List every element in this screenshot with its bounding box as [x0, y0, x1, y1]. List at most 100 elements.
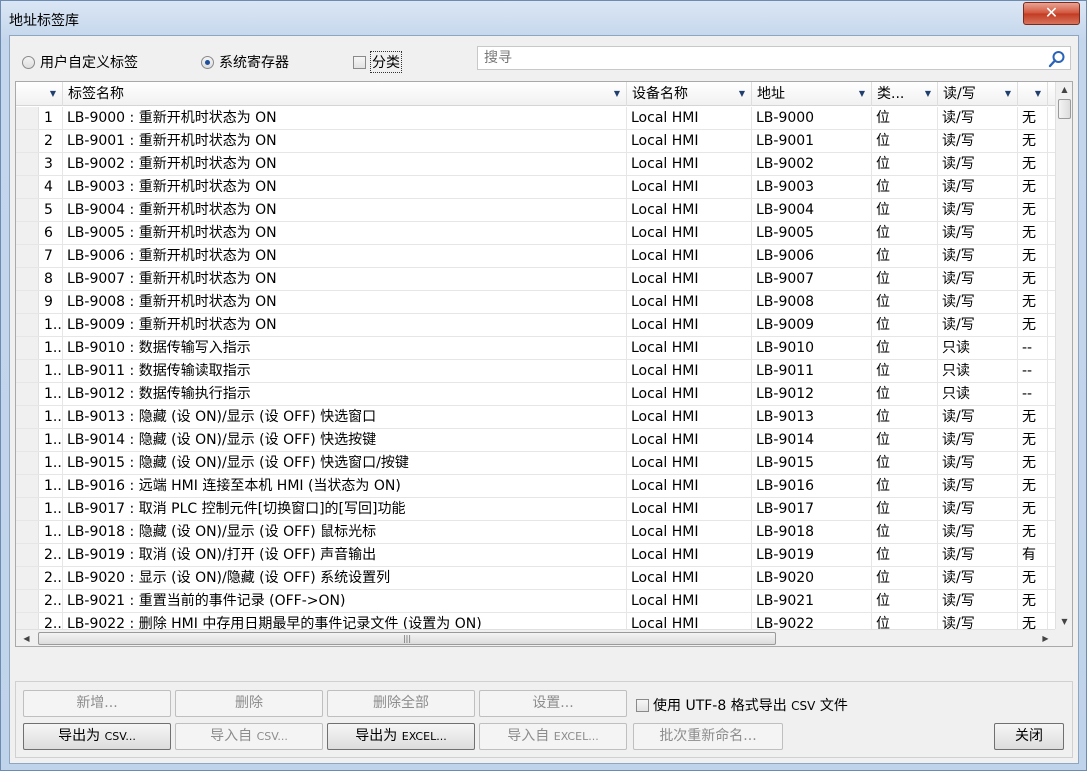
cell-type: 位 [872, 314, 938, 336]
scroll-right-icon[interactable]: ▶ [1037, 630, 1054, 646]
table-row[interactable]: 1 LB-9000 : 重新开机时状态为 ON Local HMI LB-9000 位读… [16, 107, 1056, 130]
window-close-button[interactable]: ✕ [1023, 2, 1080, 25]
table-row[interactable]: 1.. LB-9012 : 数据传输执行指示 Local HMI LB-9012 位只读… [16, 383, 1056, 406]
cell-address: LB-9009 [752, 314, 872, 336]
cell-index: 2.. [40, 567, 63, 589]
row-selector[interactable] [16, 590, 39, 612]
utf8-export-checkbox[interactable]: 使用 UTF-8 格式导出 CSV 文件 [636, 695, 848, 715]
table-row[interactable]: 1.. LB-9014 : 隐藏 (设 ON)/显示 (设 OFF) 快选按键 Lo… [16, 429, 1056, 452]
column-extra[interactable]: ▼ [1018, 82, 1048, 106]
tag-table: ▼ 标签名称 ▼ 设备名称 ▼ 地址 ▼ 类... ▼ 读/写 ▼ ▼ 1 LB… [15, 81, 1073, 647]
table-row[interactable]: 1.. LB-9009 : 重新开机时状态为 ON Local HMI LB-9009… [16, 314, 1056, 337]
cell-read-write: 只读 [938, 383, 1018, 405]
row-selector[interactable] [16, 406, 39, 428]
system-register-radio[interactable]: 系统寄存器 [201, 52, 289, 72]
scroll-left-icon[interactable]: ◀ [18, 630, 35, 646]
batch-rename-button[interactable]: 批次重新命名... [633, 723, 783, 750]
row-selector[interactable] [16, 176, 39, 198]
table-row[interactable]: 3 LB-9002 : 重新开机时状态为 ON Local HMI LB-9002 位读… [16, 153, 1056, 176]
column-device-name[interactable]: 设备名称 ▼ [627, 82, 752, 106]
export-excel-label-b: EXCEL... [401, 730, 447, 743]
table-row[interactable]: 2.. LB-9019 : 取消 (设 ON)/打开 (设 OFF) 声音输出 Lo… [16, 544, 1056, 567]
export-excel-button[interactable]: 导出为 EXCEL... [327, 723, 475, 750]
import-excel-button[interactable]: 导入自 EXCEL... [479, 723, 627, 750]
cell-type: 位 [872, 383, 938, 405]
category-checkbox[interactable]: 分类 [353, 51, 402, 73]
table-row[interactable]: 1.. LB-9016 : 远端 HMI 连接至本机 HMI (当状态为 ON) L… [16, 475, 1056, 498]
table-row[interactable]: 1.. LB-9013 : 隐藏 (设 ON)/显示 (设 OFF) 快选窗口 Lo… [16, 406, 1056, 429]
chevron-down-icon: ▼ [613, 89, 620, 98]
table-row[interactable]: 1.. LB-9017 : 取消 PLC 控制元件[切换窗口]的[写回]功能 Loc… [16, 498, 1056, 521]
row-selector[interactable] [16, 245, 39, 267]
row-selector[interactable] [16, 199, 39, 221]
table-row[interactable]: 1.. LB-9010 : 数据传输写入指示 Local HMI LB-9010 位只读… [16, 337, 1056, 360]
row-selector[interactable] [16, 567, 39, 589]
row-selector[interactable] [16, 314, 39, 336]
row-selector[interactable] [16, 544, 39, 566]
export-excel-label-a: 导出为 [355, 728, 398, 744]
row-selector[interactable] [16, 337, 39, 359]
vertical-scrollbar[interactable]: ▲ ▼ [1055, 82, 1072, 630]
table-row[interactable]: 6 LB-9005 : 重新开机时状态为 ON Local HMI LB-9005 位读… [16, 222, 1056, 245]
delete-all-button-label: 删除全部 [373, 695, 429, 711]
horizontal-scroll-thumb[interactable]: ||| [38, 632, 776, 645]
cell-index: 6 [40, 222, 63, 244]
settings-button[interactable]: 设置... [479, 690, 627, 717]
table-row[interactable]: 1.. LB-9018 : 隐藏 (设 ON)/显示 (设 OFF) 鼠标光标 Lo… [16, 521, 1056, 544]
row-selector[interactable] [16, 521, 39, 543]
row-selector[interactable] [16, 383, 39, 405]
add-button[interactable]: 新增... [23, 690, 171, 717]
row-selector[interactable] [16, 429, 39, 451]
cell-tag-name: LB-9003 : 重新开机时状态为 ON [63, 176, 627, 198]
horizontal-scrollbar[interactable]: ◀ ||| ▶ [16, 629, 1056, 646]
table-row[interactable]: 9 LB-9008 : 重新开机时状态为 ON Local HMI LB-9008 位读… [16, 291, 1056, 314]
cell-extra: 无 [1018, 429, 1048, 451]
import-csv-button[interactable]: 导入自 CSV... [175, 723, 323, 750]
row-selector[interactable] [16, 107, 39, 129]
search-box[interactable] [477, 46, 1071, 70]
table-row[interactable]: 1.. LB-9011 : 数据传输读取指示 Local HMI LB-9011 位只读… [16, 360, 1056, 383]
search-input[interactable] [478, 47, 1038, 69]
cell-extra: 无 [1018, 567, 1048, 589]
table-row[interactable]: 7 LB-9006 : 重新开机时状态为 ON Local HMI LB-9006 位读… [16, 245, 1056, 268]
cell-index: 2.. [40, 544, 63, 566]
row-selector[interactable] [16, 222, 39, 244]
delete-all-button[interactable]: 删除全部 [327, 690, 475, 717]
row-selector[interactable] [16, 268, 39, 290]
cell-device-name: Local HMI [627, 268, 752, 290]
row-selector[interactable] [16, 130, 39, 152]
cell-tag-name: LB-9017 : 取消 PLC 控制元件[切换窗口]的[写回]功能 [63, 498, 627, 520]
table-row[interactable]: 2 LB-9001 : 重新开机时状态为 ON Local HMI LB-9001 位读… [16, 130, 1056, 153]
scroll-up-icon[interactable]: ▲ [1056, 82, 1072, 98]
vertical-scroll-thumb[interactable] [1058, 99, 1071, 119]
user-defined-radio[interactable]: 用户自定义标签 [22, 52, 138, 72]
row-selector[interactable] [16, 153, 39, 175]
table-row[interactable]: 5 LB-9004 : 重新开机时状态为 ON Local HMI LB-9004 位读… [16, 199, 1056, 222]
column-type[interactable]: 类... ▼ [872, 82, 938, 106]
scroll-down-icon[interactable]: ▼ [1056, 614, 1072, 630]
export-csv-button[interactable]: 导出为 CSV... [23, 723, 171, 750]
row-selector[interactable] [16, 452, 39, 474]
row-selector[interactable] [16, 475, 39, 497]
search-icon[interactable] [1048, 50, 1066, 68]
table-row[interactable]: 1.. LB-9015 : 隐藏 (设 ON)/显示 (设 OFF) 快选窗口/按… [16, 452, 1056, 475]
table-row[interactable]: 2.. LB-9021 : 重置当前的事件记录 (OFF->ON) Local HM… [16, 590, 1056, 613]
table-row[interactable]: 2.. LB-9020 : 显示 (设 ON)/隐藏 (设 OFF) 系统设置列 L… [16, 567, 1056, 590]
row-selector[interactable] [16, 498, 39, 520]
table-row[interactable]: 4 LB-9003 : 重新开机时状态为 ON Local HMI LB-9003 位读… [16, 176, 1056, 199]
delete-button[interactable]: 删除 [175, 690, 323, 717]
row-selector[interactable] [16, 291, 39, 313]
column-read-write[interactable]: 读/写 ▼ [938, 82, 1018, 106]
cell-tag-name: LB-9008 : 重新开机时状态为 ON [63, 291, 627, 313]
cell-device-name: Local HMI [627, 360, 752, 382]
cell-index: 1.. [40, 452, 63, 474]
cell-device-name: Local HMI [627, 452, 752, 474]
column-tag-name[interactable]: 标签名称 ▼ [63, 82, 627, 106]
table-row[interactable]: 8 LB-9007 : 重新开机时状态为 ON Local HMI LB-9007 位读… [16, 268, 1056, 291]
column-address[interactable]: 地址 ▼ [752, 82, 872, 106]
row-selector[interactable] [16, 360, 39, 382]
close-button[interactable]: 关闭 [994, 723, 1064, 750]
cell-address: LB-9004 [752, 199, 872, 221]
row-header-column[interactable]: ▼ [16, 82, 63, 106]
system-register-radio-label: 系统寄存器 [219, 55, 289, 71]
